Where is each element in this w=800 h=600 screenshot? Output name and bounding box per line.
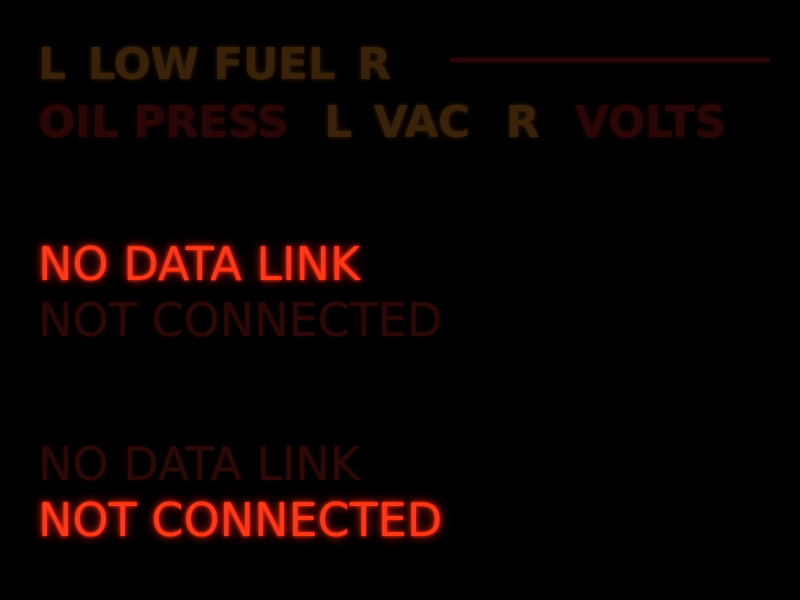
not-connected-message: NOT CONNECTED — [38, 493, 443, 547]
oil-press-annunciator: OIL PRESS — [38, 97, 289, 148]
not-connected-message: NOT CONNECTED — [38, 293, 443, 347]
annunciator-row-systems: OIL PRESS L VAC R VOLTS — [38, 98, 726, 148]
annunciator-display: { "annunciators": { "row1": { "left_labe… — [0, 0, 800, 600]
vac-left-indicator: L — [324, 97, 352, 148]
vac-right-indicator: R — [505, 97, 540, 148]
volts-annunciator: VOLTS — [575, 97, 726, 148]
annunciator-divider-line — [450, 58, 770, 62]
low-fuel-annunciator: LOW FUEL — [87, 39, 336, 90]
vac-annunciator: VAC — [373, 97, 470, 148]
no-data-link-message: NO DATA LINK — [38, 237, 361, 291]
annunciator-row-fuel: L LOW FUEL R — [38, 40, 391, 90]
data-link-status-block-1: NO DATA LINK NOT CONNECTED — [38, 236, 442, 348]
fuel-right-indicator: R — [357, 39, 391, 90]
fuel-left-indicator: L — [38, 39, 66, 90]
no-data-link-message: NO DATA LINK — [38, 437, 361, 491]
data-link-status-block-2: NO DATA LINK NOT CONNECTED — [38, 436, 442, 548]
